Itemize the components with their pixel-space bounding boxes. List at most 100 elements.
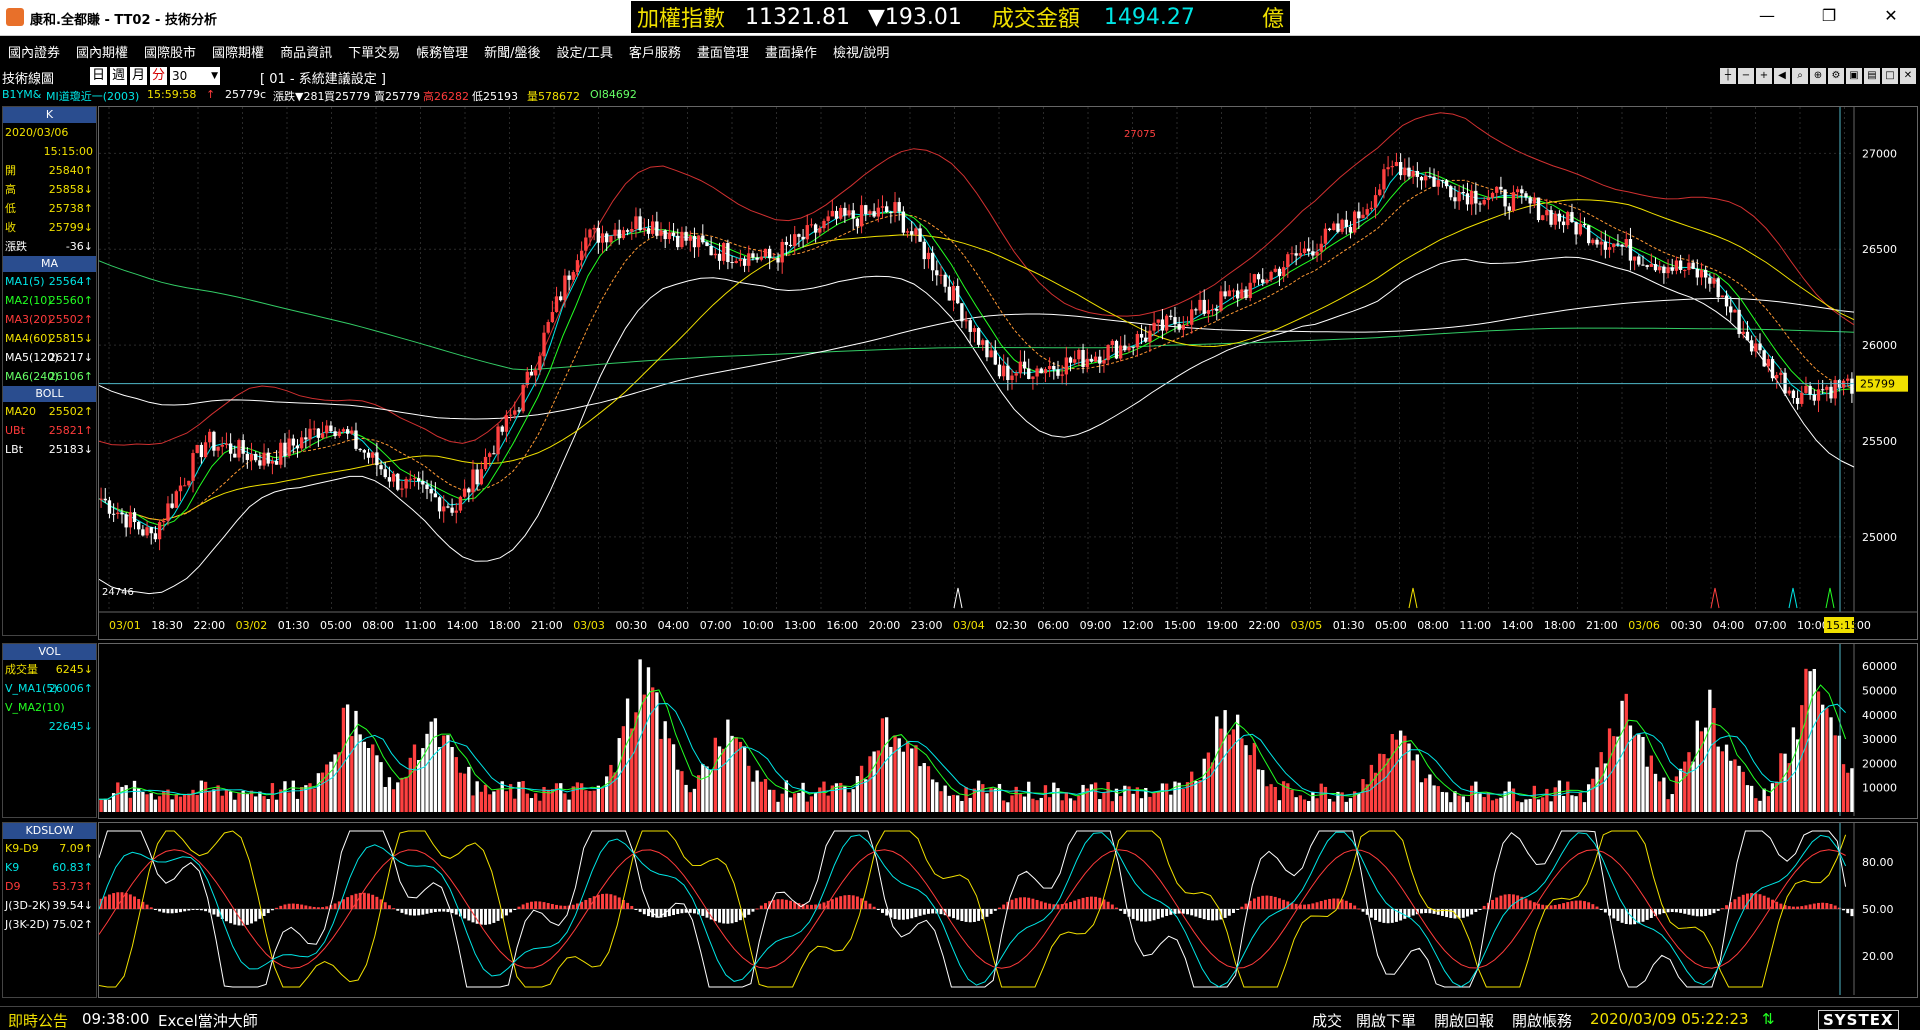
menu-item-11[interactable]: 畫面操作 xyxy=(757,42,825,61)
link-open-order[interactable]: 開啟下單 xyxy=(1356,1010,1416,1030)
volume-bar xyxy=(233,799,237,812)
menu-item-10[interactable]: 畫面管理 xyxy=(689,42,757,61)
menu-item-6[interactable]: 帳務管理 xyxy=(408,42,476,61)
candle-body xyxy=(1357,211,1361,219)
candle-body xyxy=(1524,193,1528,198)
candle-body xyxy=(713,253,718,256)
menu-item-7[interactable]: 新聞/盤後 xyxy=(476,42,548,61)
close-chart-icon[interactable]: ✕ xyxy=(1900,68,1916,84)
link-open-report[interactable]: 開啟回報 xyxy=(1434,1010,1494,1030)
menu-item-8[interactable]: 設定/工具 xyxy=(549,42,621,61)
menu-item-3[interactable]: 國際期權 xyxy=(204,42,272,61)
volume-bar xyxy=(446,735,450,812)
candle-body xyxy=(442,506,446,512)
settings-icon[interactable]: ⚙ xyxy=(1828,68,1844,84)
menu-item-12[interactable]: 檢視/說明 xyxy=(825,42,897,61)
candle-body xyxy=(767,248,772,259)
menu-item-1[interactable]: 國內期權 xyxy=(68,42,136,61)
announce-label[interactable]: 即時公告 xyxy=(8,1010,68,1030)
kd-diff-bar xyxy=(103,896,107,909)
price-chart[interactable]: 27000 26500 26000 25500 25000 25799 27075 24746… xyxy=(98,107,1917,639)
candle-body xyxy=(504,415,509,432)
period-minute-button[interactable]: 分 xyxy=(150,67,168,85)
crosshair-icon[interactable]: ┼ xyxy=(1720,68,1736,84)
search-icon[interactable]: ⌕ xyxy=(1792,68,1808,84)
candle-body xyxy=(1791,390,1796,399)
candle-body xyxy=(1001,365,1006,377)
volume-bar xyxy=(1528,798,1532,812)
candle-body xyxy=(1190,309,1194,325)
kd-diff-bar xyxy=(1599,909,1603,910)
candle-body xyxy=(843,207,847,216)
kd-diff-bar xyxy=(1190,909,1194,916)
price-tick-label: 26000 xyxy=(1862,339,1897,352)
kd-diff-bar xyxy=(555,904,559,909)
candle-body xyxy=(483,456,488,470)
candle-body xyxy=(989,350,993,358)
price-chart-frame[interactable]: 27000 26500 26000 25500 25000 25799 27075 24746… xyxy=(98,106,1918,640)
candle-body xyxy=(1695,268,1699,278)
volume-bar xyxy=(1733,759,1737,812)
kd-diff-bar xyxy=(960,909,964,922)
window-icon[interactable]: □ xyxy=(1882,68,1898,84)
candle-body xyxy=(496,426,500,455)
candle-body xyxy=(1286,254,1290,268)
candle-body xyxy=(387,477,392,482)
link-open-account[interactable]: 開啟帳務 xyxy=(1512,1010,1572,1030)
menu-item-4[interactable]: 商品資訊 xyxy=(272,42,340,61)
volume-chart[interactable]: 60000 50000 40000 30000 20000 10000 xyxy=(99,644,1917,818)
kd-diff-bar xyxy=(596,894,600,909)
restore-button[interactable]: ❐ xyxy=(1806,6,1852,30)
low-marker-label: 24746 xyxy=(102,587,134,598)
volume-chart-frame[interactable]: 60000 50000 40000 30000 20000 10000 xyxy=(98,643,1918,819)
volume-bar xyxy=(1549,801,1553,812)
candle-body xyxy=(1703,269,1708,278)
zoom-out-icon[interactable]: − xyxy=(1738,68,1754,84)
kd-diff-bar xyxy=(1775,901,1779,909)
scroll-left-icon[interactable]: ◀ xyxy=(1774,68,1790,84)
kd-diff-bar xyxy=(772,899,776,909)
k-row: 收 25799↓ xyxy=(3,218,96,237)
save-icon[interactable]: ▣ xyxy=(1846,68,1862,84)
period-week-button[interactable]: 週 xyxy=(110,67,128,85)
menu-item-2[interactable]: 國際股市 xyxy=(136,42,204,61)
period-day-button[interactable]: 日 xyxy=(90,67,108,85)
kd-diff-bar xyxy=(1357,908,1361,910)
close-button[interactable]: ✕ xyxy=(1868,6,1914,30)
link-trades[interactable]: 成交 xyxy=(1312,1010,1342,1030)
candle-body xyxy=(1336,223,1340,232)
candle-body xyxy=(1390,166,1394,168)
volume-bar xyxy=(976,780,981,812)
candle-body xyxy=(742,258,747,266)
magnify-icon[interactable]: ⊕ xyxy=(1810,68,1826,84)
kd-chart-frame[interactable]: 80.00 50.00 20.00 xyxy=(98,822,1918,998)
candle-body xyxy=(1018,361,1023,374)
menu-item-9[interactable]: 客戶服務 xyxy=(621,42,689,61)
kd-chart[interactable]: 80.00 50.00 20.00 xyxy=(98,823,1917,997)
candle-body xyxy=(1787,390,1791,394)
kd-diff-bar xyxy=(730,909,734,924)
candle-body xyxy=(1741,331,1745,335)
kd-diff-bar xyxy=(922,909,926,915)
volume-bar xyxy=(1256,769,1261,812)
volume-bar xyxy=(1520,802,1524,812)
menu-item-5[interactable]: 下單交易 xyxy=(340,42,408,61)
kd-diff-bar xyxy=(1766,897,1770,909)
minimize-button[interactable]: — xyxy=(1744,6,1790,30)
candle-body xyxy=(170,503,174,508)
period-month-button[interactable]: 月 xyxy=(130,67,148,85)
indicator-value: 26106↑ xyxy=(48,370,93,383)
zoom-in-icon[interactable]: + xyxy=(1756,68,1772,84)
menu-item-0[interactable]: 國內證券 xyxy=(0,42,68,61)
vol-row: V_MA2(10) xyxy=(3,698,96,717)
period-count-select[interactable]: 30 xyxy=(170,67,220,85)
candle-body xyxy=(1319,243,1323,252)
ticker-label: 加權指數 xyxy=(637,7,726,32)
kd-diff-bar xyxy=(1641,909,1645,922)
print-icon[interactable]: ▤ xyxy=(1864,68,1880,84)
kd-diff-bar xyxy=(433,909,437,913)
candle-body xyxy=(1449,186,1453,198)
kd-diff-bar xyxy=(893,909,897,919)
announce-news[interactable]: Excel當沖大師 xyxy=(158,1010,258,1030)
kd-diff-bar xyxy=(1612,909,1616,919)
